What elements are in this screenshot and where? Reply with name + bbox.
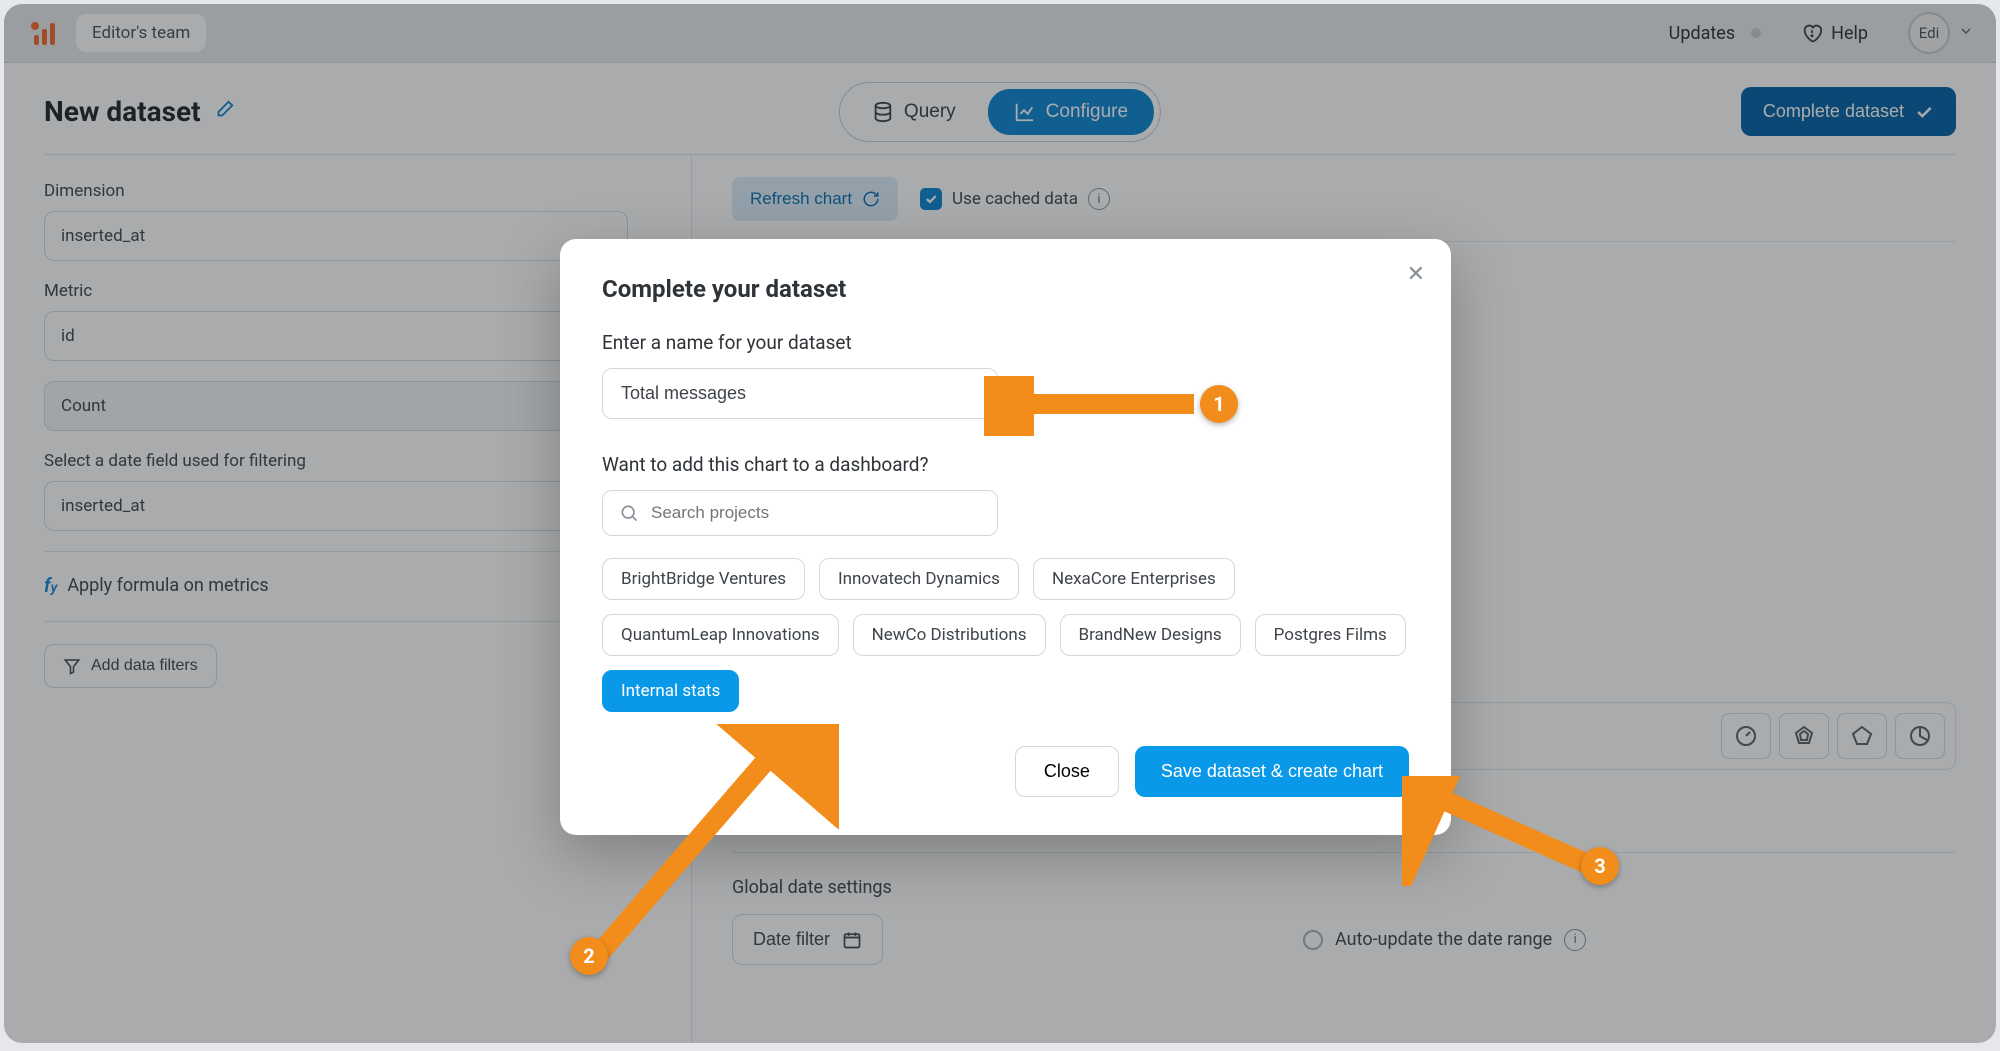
complete-dataset-modal: ✕ Complete your dataset Enter a name for… [560, 239, 1451, 835]
project-chip[interactable]: Internal stats [602, 670, 739, 712]
app-frame: Editor's team Updates Help Edi New datas… [4, 4, 1996, 1043]
project-chip[interactable]: BrandNew Designs [1060, 614, 1241, 656]
search-projects-wrap[interactable] [602, 490, 998, 536]
name-label: Enter a name for your dataset [602, 331, 1409, 354]
modal-title: Complete your dataset [602, 275, 1409, 303]
callout-3: 3 [1581, 847, 1619, 885]
close-button[interactable]: Close [1015, 746, 1119, 797]
save-dataset-button[interactable]: Save dataset & create chart [1135, 746, 1409, 797]
project-chip[interactable]: Innovatech Dynamics [819, 558, 1019, 600]
project-chip[interactable]: BrightBridge Ventures [602, 558, 805, 600]
callout-2: 2 [570, 937, 608, 975]
project-chip[interactable]: QuantumLeap Innovations [602, 614, 839, 656]
project-chips: BrightBridge Ventures Innovatech Dynamics… [602, 558, 1409, 712]
search-icon [619, 503, 639, 523]
search-projects-input[interactable] [651, 503, 981, 523]
modal-actions: Close Save dataset & create chart [602, 746, 1409, 797]
project-chip[interactable]: Postgres Films [1255, 614, 1406, 656]
project-chip[interactable]: NewCo Distributions [853, 614, 1046, 656]
project-chip[interactable]: NexaCore Enterprises [1033, 558, 1235, 600]
dataset-name-input[interactable] [602, 368, 998, 419]
callout-1: 1 [1200, 385, 1238, 423]
dashboard-label: Want to add this chart to a dashboard? [602, 453, 1409, 476]
close-icon[interactable]: ✕ [1407, 261, 1425, 287]
